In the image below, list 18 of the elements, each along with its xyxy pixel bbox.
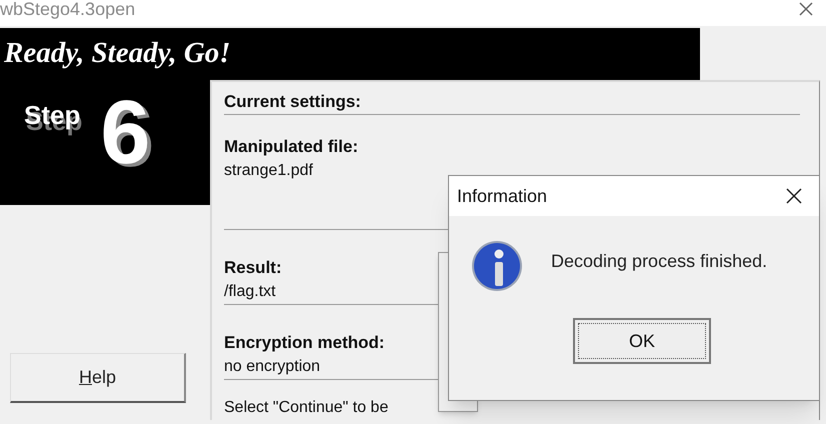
field-label: Manipulated file: bbox=[224, 136, 360, 158]
ok-button[interactable]: OK bbox=[573, 318, 711, 364]
field-value: /flag.txt bbox=[224, 282, 277, 302]
dialog-message: Decoding process finished. bbox=[551, 250, 768, 273]
dialog-title: Information bbox=[457, 184, 548, 208]
step-label: Step bbox=[24, 99, 80, 132]
settings-heading: Current settings: bbox=[224, 90, 800, 115]
step-number: 6 bbox=[100, 88, 150, 178]
field-label: Encryption method: bbox=[224, 332, 386, 354]
field-value: no encryption bbox=[224, 357, 322, 377]
banner-title: Ready, Steady, Go! bbox=[4, 36, 231, 72]
info-icon bbox=[471, 240, 523, 292]
instruction-text: Select "Continue" to be bbox=[224, 398, 390, 418]
close-icon[interactable] bbox=[785, 187, 803, 205]
window-title: wbStego4.3open bbox=[0, 0, 136, 21]
field-label: Result: bbox=[224, 257, 283, 279]
field-value: strange1.pdf bbox=[224, 161, 314, 181]
help-button[interactable]: Help bbox=[10, 353, 186, 403]
